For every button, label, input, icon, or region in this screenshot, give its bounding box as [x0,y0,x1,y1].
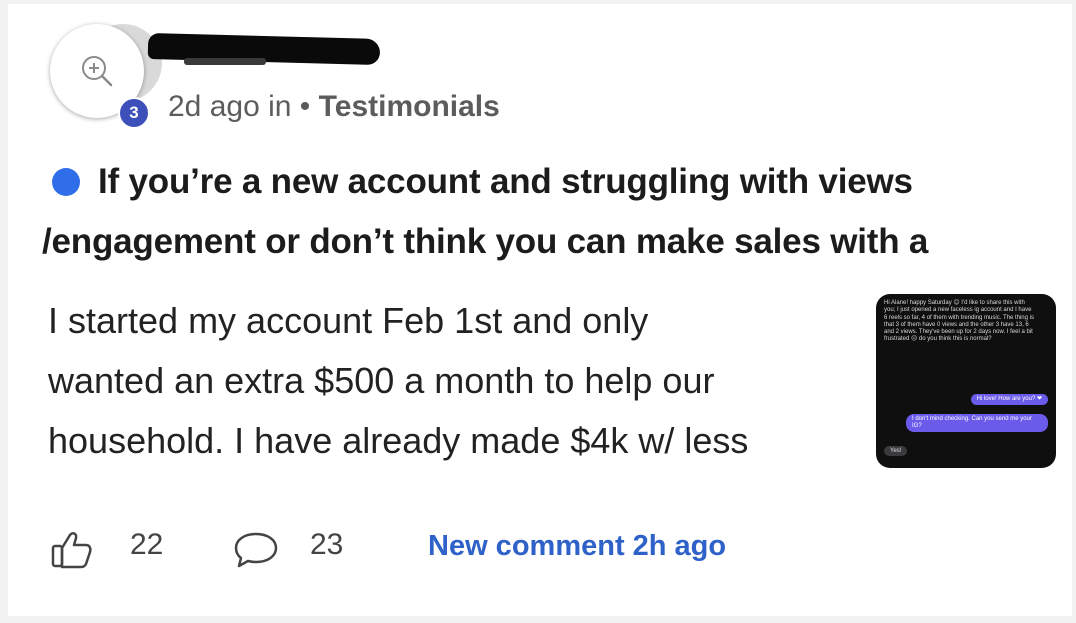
post-time: 2d ago in [168,90,292,123]
post-body-line-3: household. I have already made $4k w/ le… [48,420,749,461]
attachment-reply-1: Hi love! How are you? ❤ [970,394,1048,405]
attachment-incoming-2: Yes! [884,446,908,456]
comment-count: 23 [310,528,344,561]
author-name-remnant [184,58,266,65]
post-meta: 2d ago in • Testimonials [168,90,500,124]
comment-icon[interactable] [232,530,280,570]
post-title-line-1[interactable]: If you’re a new account and struggling w… [98,162,913,202]
unread-dot [52,168,80,196]
attachment-thumbnail[interactable]: Hi Alane! happy Saturday 😊 I'd like to s… [876,294,1056,468]
zoom-in-icon [82,56,113,87]
post-body-line-1: I started my account Feb 1st and only [48,300,649,341]
post-body-line-2: wanted an extra $500 a month to help our [48,360,715,401]
post-category-link[interactable]: Testimonials [319,90,500,123]
meta-separator: • [299,90,311,123]
attachment-incoming-message: Hi Alane! happy Saturday 😊 I'd like to s… [884,300,1034,343]
thumbs-up-icon[interactable] [50,530,94,570]
post-title-line-2[interactable]: /engagement or don’t think you can make … [42,222,928,262]
author-level-badge: 3 [118,97,150,129]
like-count: 22 [130,528,164,561]
new-comment-link[interactable]: New comment 2h ago [428,530,726,563]
attachment-reply-2: I don't mind checking. Can you send me y… [906,414,1048,432]
